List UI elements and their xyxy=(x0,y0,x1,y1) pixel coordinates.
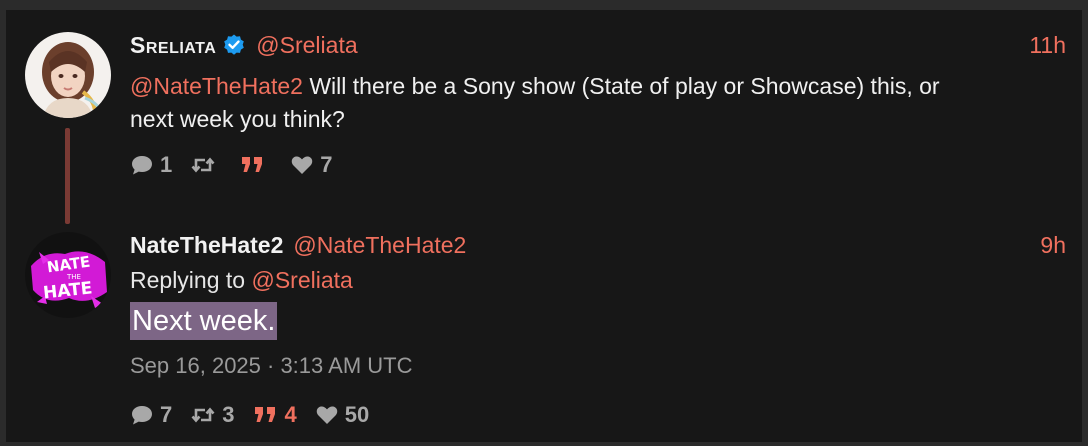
quote-icon xyxy=(242,157,263,172)
retweet-icon xyxy=(191,407,215,423)
avatar-logo-image: NATE THE HATE xyxy=(25,232,111,318)
verified-badge-icon xyxy=(222,33,246,57)
retweet-button[interactable]: 3 xyxy=(190,402,235,428)
tweet-natethehate2: NATE THE HATE NateTheHate2 @NateTheHate2… xyxy=(6,210,1082,442)
replying-to-label: Replying to xyxy=(130,267,252,293)
retweet-count: 3 xyxy=(222,402,235,427)
tweet-text-line1: Will there be a Sony show (State of play… xyxy=(302,73,940,99)
like-button[interactable]: 50 xyxy=(315,402,369,428)
reply-count: 1 xyxy=(160,152,173,177)
like-button[interactable]: 7 xyxy=(290,152,333,178)
quote-count: 4 xyxy=(284,402,297,427)
tweet-header: NateTheHate2 @NateTheHate2 xyxy=(130,232,466,258)
quote-button[interactable]: 4 xyxy=(253,402,297,428)
tweet-timestamp[interactable]: 11h xyxy=(1029,32,1066,59)
mention-link[interactable]: @NateTheHate2 xyxy=(130,73,303,99)
tweet-stats: 7 3 4 50 xyxy=(130,402,387,428)
display-name[interactable]: NateTheHate2 xyxy=(130,232,283,259)
handle[interactable]: @Sreliata xyxy=(256,32,357,59)
avatar-sreliata[interactable] xyxy=(25,32,111,118)
heart-icon xyxy=(316,406,337,424)
like-count: 7 xyxy=(320,152,333,177)
page: Sreliata @Sreliata 11h @NateTheHate2 Wil… xyxy=(0,0,1088,446)
reply-button[interactable]: 1 xyxy=(130,152,172,178)
tweet-text-line2: next week you think? xyxy=(130,106,345,132)
tweet-sreliata: Sreliata @Sreliata 11h @NateTheHate2 Wil… xyxy=(6,10,1082,224)
tweet-thread: Sreliata @Sreliata 11h @NateTheHate2 Wil… xyxy=(6,10,1082,442)
display-name[interactable]: Sreliata xyxy=(130,32,216,59)
replying-to-handle[interactable]: @Sreliata xyxy=(251,267,352,293)
handle[interactable]: @NateTheHate2 xyxy=(293,232,466,259)
retweet-icon xyxy=(191,157,215,173)
quote-icon xyxy=(254,407,275,422)
quote-button[interactable] xyxy=(240,154,272,176)
tweet-text: Next week. xyxy=(130,302,278,340)
heart-icon xyxy=(292,156,313,174)
retweet-button[interactable] xyxy=(190,154,222,176)
tweet-text: @NateTheHate2 Will there be a Sony show … xyxy=(130,70,1030,136)
avatar-portrait-image xyxy=(25,32,111,118)
like-count: 50 xyxy=(344,402,370,427)
speech-bubble-icon xyxy=(132,406,152,425)
tweet-header: Sreliata @Sreliata xyxy=(130,32,358,58)
avatar-natethehate2[interactable]: NATE THE HATE xyxy=(25,232,111,318)
tweet-timestamp[interactable]: 9h xyxy=(1040,232,1066,259)
reply-count: 7 xyxy=(160,402,173,427)
tweet-stats: 1 7 xyxy=(130,152,351,178)
speech-bubble-icon xyxy=(132,156,152,175)
replying-to: Replying to @Sreliata xyxy=(130,267,353,294)
reply-button[interactable]: 7 xyxy=(130,402,172,428)
tweet-date[interactable]: Sep 16, 2025 · 3:13 AM UTC xyxy=(130,353,413,379)
